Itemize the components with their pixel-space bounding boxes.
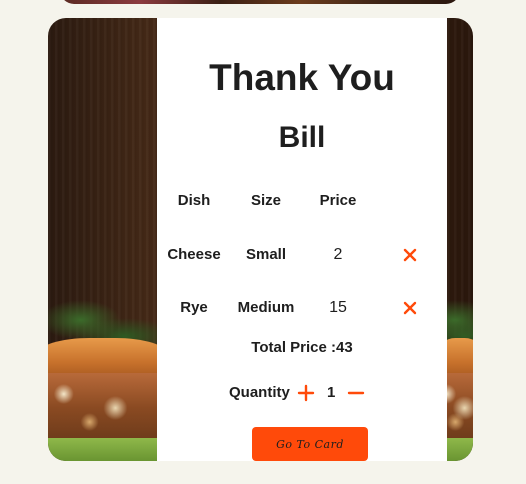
bill-heading: Bill (278, 121, 326, 154)
bill-card: Thank You Bill Dish Size Price Cheese Sm… (48, 18, 473, 461)
row-1-size: Small (245, 246, 287, 263)
go-to-card-button[interactable]: Go To Card (252, 427, 368, 461)
close-icon (403, 248, 417, 262)
close-icon (403, 301, 417, 315)
quantity-label: Quantity (229, 384, 290, 401)
column-header-price: Price (319, 192, 357, 209)
previous-card-edge (60, 0, 460, 4)
row-1-price: 2 (333, 246, 343, 263)
quantity-increment-button[interactable] (297, 384, 315, 402)
sandwich-photo-left (48, 18, 167, 461)
total-price: Total Price :43 (251, 339, 353, 356)
column-header-dish: Dish (177, 192, 211, 209)
bill-panel: Thank You Bill Dish Size Price Cheese Sm… (157, 18, 447, 461)
row-2-dish: Rye (180, 299, 208, 316)
row-2-price: 15 (329, 299, 347, 316)
column-header-size: Size (250, 192, 281, 209)
page-title: Thank You (209, 57, 395, 98)
minus-icon (347, 391, 365, 395)
remove-item-button-1[interactable] (401, 246, 419, 264)
quantity-value: 1 (327, 384, 336, 401)
row-1-dish: Cheese (167, 246, 221, 263)
sandwich-photo-right (437, 18, 473, 461)
remove-item-button-2[interactable] (401, 299, 419, 317)
plus-icon (297, 384, 315, 402)
quantity-decrement-button[interactable] (347, 384, 365, 402)
row-2-size: Medium (237, 299, 295, 316)
